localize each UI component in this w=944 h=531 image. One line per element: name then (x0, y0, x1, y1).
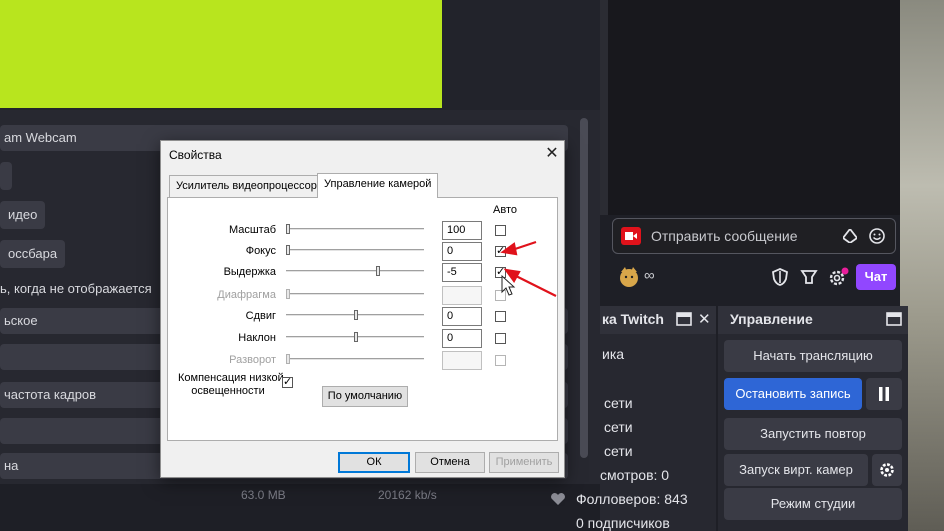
roll-value (442, 351, 482, 370)
close-icon[interactable]: ✕ (541, 143, 563, 165)
twitch-line-1: сети (604, 395, 633, 411)
shield-icon[interactable] (772, 268, 788, 286)
iris-slider-thumb (286, 289, 290, 299)
camera-control-page: Авто Масштаб 100 Фокус 0 ✓ Выдержка -5 ✓… (167, 197, 558, 441)
configure-crossbar-button[interactable]: оссбара (0, 240, 66, 268)
cancel-button[interactable]: Отмена (415, 452, 485, 473)
pan-label: Сдвиг (245, 310, 276, 322)
undock-icon[interactable] (676, 312, 692, 326)
stat-bitrate: 20162 kb/s (378, 488, 437, 502)
tilt-value[interactable]: 0 (442, 329, 482, 348)
stat-size: 63.0 MB (241, 488, 286, 502)
iris-value (442, 286, 482, 305)
settings-gear-icon[interactable] (828, 267, 850, 287)
bits-icon[interactable] (843, 229, 857, 243)
tab-video-proc-amp[interactable]: Усилитель видеопроцессора (169, 175, 330, 197)
pan-value[interactable]: 0 (442, 307, 482, 326)
exposure-label: Выдержка (223, 266, 276, 278)
chat-area (600, 0, 900, 215)
zoom-auto-checkbox[interactable] (495, 225, 506, 236)
focus-value[interactable]: 0 (442, 242, 482, 261)
apply-button[interactable]: Применить (489, 452, 559, 473)
roll-slider-track (286, 358, 424, 361)
emote-icon[interactable] (869, 228, 885, 244)
ok-button[interactable]: ОК (338, 452, 410, 473)
auto-column-header: Авто (493, 204, 517, 216)
virtual-camera-settings-button[interactable] (872, 454, 902, 486)
activate-button[interactable] (0, 162, 12, 190)
channel-points-icon[interactable] (618, 266, 640, 288)
focus-label: Фокус (245, 245, 276, 257)
start-replay-buffer-button[interactable]: Запустить повтор (724, 418, 902, 450)
exposure-slider-thumb[interactable] (376, 266, 380, 276)
twitch-subscribers: 0 подписчиков (576, 515, 670, 531)
zoom-slider-thumb[interactable] (286, 224, 290, 234)
properties-dialog: Свойства ✕ Усилитель видеопроцессора Упр… (160, 140, 565, 478)
iris-slider-track (286, 293, 424, 296)
focus-auto-checkbox[interactable]: ✓ (495, 246, 506, 257)
heart-icon (551, 493, 565, 505)
tilt-label: Наклон (238, 332, 276, 344)
focus-slider-thumb[interactable] (286, 245, 290, 255)
pause-icon (879, 387, 889, 401)
low-light-label-1: Компенсация низкой (178, 372, 284, 384)
points-value: ∞ (644, 267, 655, 284)
chat-placeholder: Отправить сообщение (651, 228, 798, 244)
iris-auto-checkbox (495, 290, 506, 301)
roll-label: Разворот (229, 354, 276, 366)
iris-label: Диафрагма (217, 289, 276, 301)
twitch-followers: Фолловеров: 843 (576, 491, 688, 507)
chat-send-button[interactable]: Чат (856, 264, 896, 290)
zoom-value[interactable]: 100 (442, 221, 482, 240)
color-source-preview[interactable] (0, 0, 442, 108)
dialog-title: Свойства (169, 148, 222, 162)
exposure-value[interactable]: -5 (442, 263, 482, 282)
exposure-slider-track[interactable] (286, 270, 424, 273)
start-virtual-camera-button[interactable]: Запуск вирт. камер (724, 454, 868, 486)
configure-video-button[interactable]: идео (0, 201, 46, 229)
gear-icon (880, 463, 894, 477)
deactivate-when-hidden-label[interactable]: ь, когда не отображается (0, 281, 152, 296)
tab-camera-control[interactable]: Управление камерой (317, 173, 439, 198)
twitch-panel-title: ка Twitch (602, 311, 664, 327)
zoom-slider-track[interactable] (286, 228, 424, 231)
properties-scrollbar[interactable] (580, 118, 588, 458)
default-button[interactable]: По умолчанию (322, 386, 408, 407)
pan-auto-checkbox[interactable] (495, 311, 506, 322)
twitch-line-2: сети (604, 419, 633, 435)
video-camera-icon (621, 227, 641, 245)
stats-bar (0, 484, 600, 531)
controls-title: Управление (730, 311, 813, 327)
undock-icon[interactable] (886, 312, 902, 326)
pause-recording-button[interactable] (866, 378, 902, 410)
chat-input[interactable]: Отправить сообщение (612, 218, 896, 254)
zoom-label: Масштаб (228, 224, 276, 236)
studio-mode-button[interactable]: Режим студии (724, 488, 902, 520)
close-icon[interactable]: ✕ (698, 310, 711, 328)
panel-splitter[interactable] (600, 0, 608, 215)
exposure-auto-checkbox[interactable]: ✓ (495, 267, 506, 278)
tilt-slider-thumb[interactable] (354, 332, 358, 342)
twitch-views: смотров: 0 (600, 467, 670, 483)
stop-recording-button[interactable]: Остановить запись (724, 378, 862, 410)
low-light-checkbox[interactable]: ✓ (282, 377, 293, 388)
twitch-subtitle: ика (602, 346, 625, 362)
twitch-line-3: сети (604, 443, 633, 459)
mod-tools-icon[interactable] (800, 268, 818, 286)
roll-auto-checkbox (495, 355, 506, 366)
focus-slider-track[interactable] (286, 249, 424, 252)
low-light-label-2: освещенности (191, 385, 265, 397)
start-streaming-button[interactable]: Начать трансляцию (724, 340, 902, 372)
pan-slider-thumb[interactable] (354, 310, 358, 320)
roll-slider-thumb (286, 354, 290, 364)
tilt-auto-checkbox[interactable] (495, 333, 506, 344)
